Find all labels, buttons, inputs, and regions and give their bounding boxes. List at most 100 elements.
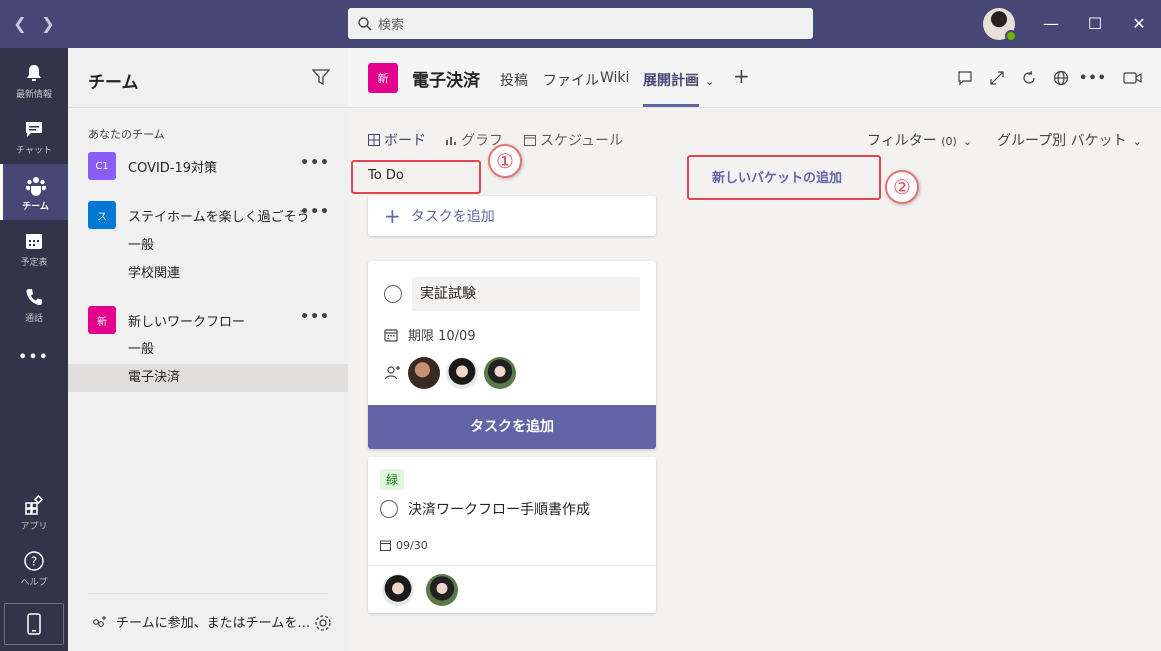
rail-calendar[interactable]: 予定表 xyxy=(0,220,68,276)
more-options-icon[interactable]: ••• xyxy=(300,204,330,220)
conversation-icon[interactable] xyxy=(955,68,975,88)
task-due-text: 09/30 xyxy=(396,539,428,552)
board-icon xyxy=(368,134,380,146)
view-board-tab[interactable]: ボード xyxy=(368,130,426,150)
mobile-download-button[interactable] xyxy=(4,603,64,645)
view-schedule-tab[interactable]: スケジュール xyxy=(524,130,623,150)
calendar-icon xyxy=(26,234,42,249)
tab-posts[interactable]: 投稿 xyxy=(500,70,528,90)
section-label: あなたのチーム xyxy=(88,128,165,141)
add-task-label: タスクを追加 xyxy=(410,209,495,225)
group-by-dropdown[interactable]: グループ別 バケット ⌄ xyxy=(997,130,1142,150)
filter-icon[interactable] xyxy=(312,68,330,86)
chart-icon xyxy=(446,137,456,145)
rail-more[interactable]: ••• xyxy=(0,332,68,388)
avatar[interactable] xyxy=(426,574,458,606)
calendar-icon xyxy=(380,540,391,551)
expand-icon[interactable] xyxy=(987,68,1007,88)
title-bar: ❮ ❯ 検索 — ☐ ✕ xyxy=(0,0,1161,48)
team-row-workflow[interactable]: 新 新しいワークフロー ••• xyxy=(68,304,348,334)
complete-circle-icon[interactable] xyxy=(380,500,398,518)
join-team-label: チームに参加、またはチームを… xyxy=(116,616,311,631)
rail-teams[interactable]: チーム xyxy=(0,164,68,220)
card-divider xyxy=(368,565,656,566)
panel-divider xyxy=(88,593,328,594)
forward-arrow-icon[interactable]: ❯ xyxy=(38,14,58,33)
rail-label: チーム xyxy=(22,202,49,212)
rail-calls[interactable]: 通話 xyxy=(0,276,68,332)
channel-item-active[interactable]: 電子決済 xyxy=(68,364,348,392)
rail-activity[interactable]: 最新情報 xyxy=(0,52,68,108)
more-options-icon[interactable]: ••• xyxy=(300,309,330,325)
task-title-row: 決済ワークフロー手順書作成 xyxy=(380,499,590,519)
svg-text:?: ? xyxy=(31,555,37,569)
channel-item[interactable]: 一般 xyxy=(68,232,348,260)
step-badge-1: ① xyxy=(488,144,522,178)
task-name-input[interactable]: 実証試験 xyxy=(412,277,640,311)
team-row-stayhome[interactable]: ス ステイホームを楽しく過ごそう ••• xyxy=(68,199,348,229)
add-task-submit-button[interactable]: タスクを追加 xyxy=(368,405,656,449)
avatar[interactable] xyxy=(382,574,414,606)
tab-files[interactable]: ファイル xyxy=(543,70,599,90)
rail-label: チャット xyxy=(16,146,52,156)
tab-wiki[interactable]: Wiki xyxy=(600,70,629,86)
back-arrow-icon[interactable]: ❮ xyxy=(10,14,30,33)
channel-item[interactable]: 一般 xyxy=(68,336,348,364)
add-bucket-button[interactable]: 新しいバケットの追加 xyxy=(712,167,842,186)
team-name: 新しいワークフロー xyxy=(128,315,246,330)
avatar[interactable] xyxy=(408,357,440,389)
chat-icon xyxy=(26,122,42,137)
user-avatar[interactable] xyxy=(983,8,1017,42)
avatar[interactable] xyxy=(484,357,516,389)
team-row-covid[interactable]: C1 COVID-19対策 ••• xyxy=(68,150,348,180)
search-icon xyxy=(358,16,372,30)
filter-dropdown[interactable]: フィルター (0) ⌄ xyxy=(867,130,972,150)
team-tile: 新 xyxy=(88,306,116,334)
maximize-icon[interactable]: ☐ xyxy=(1084,13,1106,35)
bell-icon xyxy=(27,65,41,81)
new-task-card: 実証試験 期限 10/09 タスクを追加 xyxy=(368,261,656,449)
rail-help[interactable]: ? ヘルプ xyxy=(0,540,68,596)
chevron-down-icon: ⌄ xyxy=(1132,135,1142,148)
more-options-icon[interactable]: ••• xyxy=(1079,68,1106,88)
gear-icon[interactable] xyxy=(314,614,332,632)
due-date-text: 期限 10/09 xyxy=(408,329,476,344)
team-name: ステイホームを楽しく過ごそう xyxy=(128,210,310,225)
channel-item[interactable]: 学校関連 xyxy=(68,260,348,288)
tab-planner[interactable]: 展開計画 ⌄ xyxy=(643,70,714,90)
complete-circle-icon[interactable] xyxy=(384,285,402,303)
add-people-icon xyxy=(93,615,106,627)
filter-label: フィルター xyxy=(867,133,937,149)
teams-icon xyxy=(25,177,46,196)
assignees[interactable] xyxy=(384,357,516,389)
app-rail: 最新情報 チャット チーム 予定表 通話 ••• アプリ ? ヘルプ xyxy=(0,48,68,651)
channel-header: 新 電子決済 投稿 ファイル Wiki 展開計画 ⌄ + ••• xyxy=(348,48,1161,108)
meet-now-icon[interactable] xyxy=(1123,68,1143,88)
apps-icon xyxy=(25,494,44,515)
search-input[interactable]: 検索 xyxy=(348,8,813,39)
avatar[interactable] xyxy=(446,357,478,389)
chevron-down-icon: ⌄ xyxy=(705,75,715,88)
rail-chat[interactable]: チャット xyxy=(0,108,68,164)
more-options-icon[interactable]: ••• xyxy=(300,155,330,171)
team-tile: ス xyxy=(88,201,116,229)
rail-apps[interactable]: アプリ xyxy=(0,484,68,540)
task-assignees xyxy=(382,574,458,606)
globe-icon[interactable] xyxy=(1051,68,1071,88)
schedule-icon xyxy=(524,135,536,146)
panel-title: チーム xyxy=(88,73,139,93)
task-card[interactable]: 緑 決済ワークフロー手順書作成 09/30 xyxy=(368,457,656,613)
plus-icon: + xyxy=(384,204,401,228)
rail-label: 最新情報 xyxy=(15,90,52,100)
close-icon[interactable]: ✕ xyxy=(1128,13,1150,35)
teams-panel: チーム あなたのチーム C1 COVID-19対策 ••• ス ステイホームを楽… xyxy=(68,48,348,651)
add-tab-icon[interactable]: + xyxy=(733,64,750,88)
rail-label: アプリ xyxy=(20,522,48,532)
presence-available-icon xyxy=(1005,30,1017,42)
join-create-team-button[interactable]: チームに参加、またはチームを… xyxy=(92,612,310,631)
due-date-picker[interactable]: 期限 10/09 xyxy=(384,325,476,344)
add-task-button[interactable]: + タスクを追加 xyxy=(368,196,656,236)
refresh-icon[interactable] xyxy=(1019,68,1039,88)
minimize-icon[interactable]: — xyxy=(1040,13,1062,35)
main-content: 新 電子決済 投稿 ファイル Wiki 展開計画 ⌄ + ••• ボード グラフ … xyxy=(348,48,1161,651)
